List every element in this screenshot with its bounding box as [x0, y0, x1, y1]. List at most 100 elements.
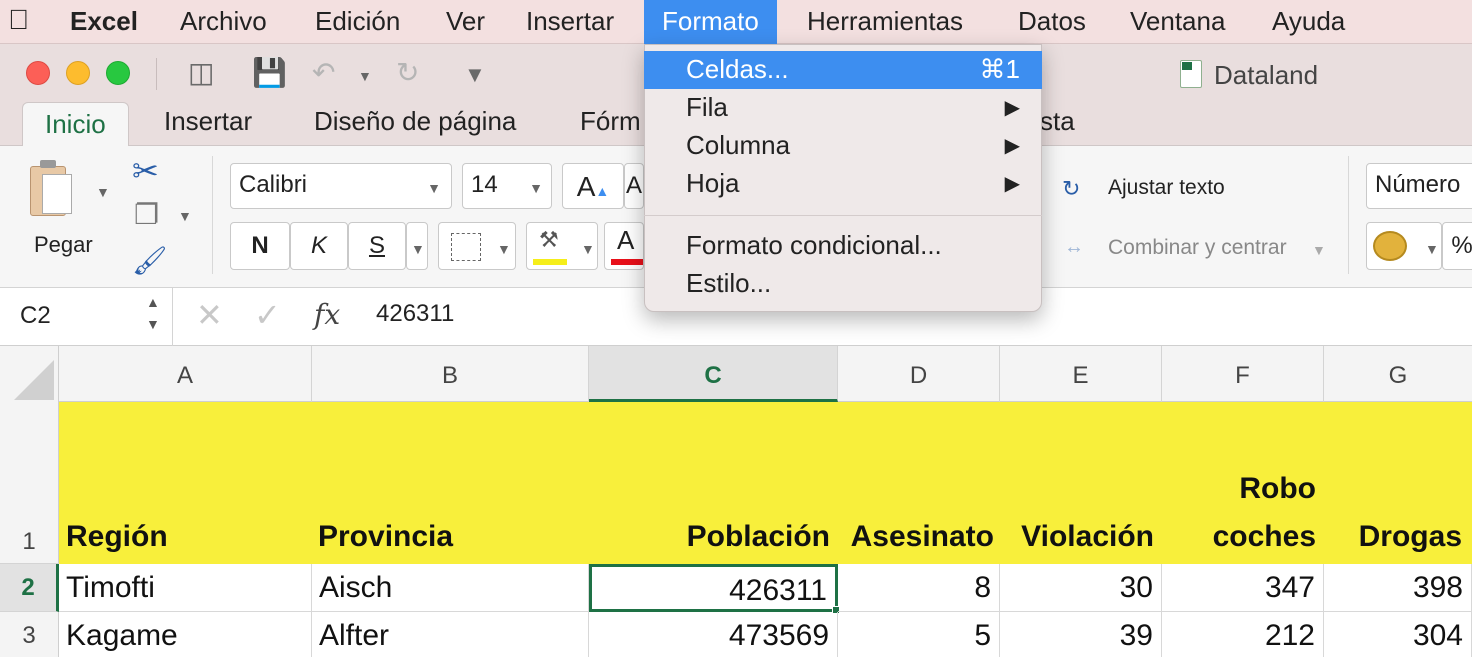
column-header-e[interactable]: E: [1000, 346, 1162, 402]
menu-item-formato-condicional[interactable]: Formato condicional...: [644, 227, 1042, 265]
format-painter-icon[interactable]: 🖌: [132, 244, 168, 277]
column-header-b[interactable]: B: [312, 346, 589, 402]
column-header-f[interactable]: F: [1162, 346, 1324, 402]
undo-icon[interactable]: ↶: [312, 56, 335, 89]
tab-diseno-de-pagina[interactable]: Diseño de página: [314, 106, 516, 137]
cell-d3[interactable]: 5: [838, 612, 1000, 657]
font-size-dropdown-icon[interactable]: ▼: [529, 180, 543, 196]
undo-dropdown-icon[interactable]: ▼: [358, 68, 372, 84]
cell-e3[interactable]: 39: [1000, 612, 1162, 657]
accounting-dropdown-icon: ▼: [1425, 241, 1439, 257]
italic-button[interactable]: K: [290, 222, 348, 270]
merge-center-button[interactable]: Combinar y centrar: [1108, 236, 1287, 260]
menu-formato[interactable]: Formato: [644, 0, 777, 44]
app-menu-excel[interactable]: Excel: [70, 6, 138, 37]
name-box-up-icon[interactable]: ▲: [146, 294, 160, 310]
customize-toolbar-icon[interactable]: ▼: [464, 62, 486, 88]
row-header-1[interactable]: 1: [0, 402, 59, 564]
borders-button[interactable]: ▼: [438, 222, 516, 270]
header-cell-poblacion[interactable]: Población: [594, 520, 830, 564]
header-cell-provincia[interactable]: Provincia: [318, 520, 578, 564]
menu-datos[interactable]: Datos: [1018, 6, 1086, 37]
row-header-2[interactable]: 2: [0, 564, 59, 612]
name-box[interactable]: C2: [20, 302, 51, 330]
header-cell-drogas[interactable]: Drogas: [1328, 520, 1462, 564]
cut-icon[interactable]: ✂: [132, 152, 159, 190]
grow-font-button[interactable]: A▲: [562, 163, 624, 209]
shrink-font-button[interactable]: A: [624, 163, 644, 209]
menu-herramientas[interactable]: Herramientas: [807, 6, 963, 37]
underline-button[interactable]: S: [348, 222, 406, 270]
cell-c2-selected[interactable]: 426311: [589, 564, 838, 612]
insert-function-button[interactable]: fx: [314, 298, 340, 331]
row-header-3[interactable]: 3: [0, 612, 59, 657]
cell-b2[interactable]: Aisch: [312, 564, 589, 612]
menu-item-estilo[interactable]: Estilo...: [644, 265, 1042, 303]
header-cell-robo-line2[interactable]: coches: [1166, 520, 1316, 564]
confirm-entry-icon[interactable]: ✓: [254, 296, 281, 334]
menu-item-fila-label: Fila: [686, 92, 728, 122]
menu-item-celdas[interactable]: Celdas... ⌘1: [644, 51, 1042, 89]
menu-item-columna[interactable]: Columna ▶: [644, 127, 1042, 165]
tab-insertar[interactable]: Insertar: [164, 106, 252, 137]
font-size-field[interactable]: 14 ▼: [462, 163, 552, 209]
column-header-c[interactable]: C: [589, 346, 838, 402]
column-header-a[interactable]: A: [59, 346, 312, 402]
save-icon[interactable]: 💾: [252, 56, 287, 89]
paste-button[interactable]: [30, 160, 76, 220]
tab-formulas[interactable]: Fórm: [580, 106, 641, 137]
copy-icon[interactable]: ❐: [134, 198, 159, 231]
menu-ver[interactable]: Ver: [446, 6, 485, 37]
cell-f3[interactable]: 212: [1162, 612, 1324, 657]
cell-a3[interactable]: Kagame: [59, 612, 312, 657]
redo-icon[interactable]: ↻: [396, 56, 419, 89]
font-color-button[interactable]: A: [604, 222, 644, 270]
percent-button[interactable]: %: [1442, 222, 1472, 270]
cell-g3[interactable]: 304: [1324, 612, 1472, 657]
bold-button[interactable]: N: [230, 222, 290, 270]
apple-icon[interactable]: : [8, 4, 29, 36]
menu-edicion[interactable]: Edición: [315, 6, 400, 37]
column-header-d[interactable]: D: [838, 346, 1000, 402]
column-header-g[interactable]: G: [1324, 346, 1472, 402]
cancel-entry-icon[interactable]: ✕: [196, 296, 223, 334]
cell-b3[interactable]: Alfter: [312, 612, 589, 657]
header-cell-robo-line1[interactable]: Robo: [1166, 472, 1316, 516]
select-all-button[interactable]: [0, 346, 59, 402]
menu-item-hoja[interactable]: Hoja ▶: [644, 165, 1042, 203]
wrap-text-icon[interactable]: ↻: [1062, 176, 1080, 202]
menu-archivo[interactable]: Archivo: [180, 6, 267, 37]
font-name-field[interactable]: Calibri ▼: [230, 163, 452, 209]
wrap-text-button[interactable]: Ajustar texto: [1108, 176, 1225, 200]
underline-dropdown[interactable]: ▼: [406, 222, 428, 270]
menu-ayuda[interactable]: Ayuda: [1272, 6, 1345, 37]
close-window-button[interactable]: [26, 61, 50, 85]
minimize-window-button[interactable]: [66, 61, 90, 85]
cell-f2[interactable]: 347: [1162, 564, 1324, 612]
sidebar-toggle-icon[interactable]: ◫: [188, 56, 214, 89]
cell-a2[interactable]: Timofti: [59, 564, 312, 612]
merge-center-icon[interactable]: ↔: [1064, 236, 1084, 259]
menu-ventana[interactable]: Ventana: [1130, 6, 1225, 37]
zoom-window-button[interactable]: [106, 61, 130, 85]
cell-g2[interactable]: 398: [1324, 564, 1472, 612]
cell-d2[interactable]: 8: [838, 564, 1000, 612]
header-cell-asesinato[interactable]: Asesinato: [840, 520, 994, 564]
accounting-format-button[interactable]: ▼: [1366, 222, 1442, 270]
copy-dropdown-icon[interactable]: ▼: [178, 208, 192, 224]
menu-item-fila[interactable]: Fila ▶: [644, 89, 1042, 127]
formula-input[interactable]: 426311: [376, 300, 454, 328]
merge-center-dropdown-icon[interactable]: ▼: [1312, 242, 1326, 258]
header-cell-violacion[interactable]: Violación: [1004, 520, 1154, 564]
cell-e2[interactable]: 30: [1000, 564, 1162, 612]
header-cell-region[interactable]: Región: [66, 520, 306, 564]
cell-c3[interactable]: 473569: [589, 612, 838, 657]
name-box-down-icon[interactable]: ▼: [146, 316, 160, 332]
paste-dropdown-icon[interactable]: ▼: [96, 184, 110, 200]
tab-vista[interactable]: sta: [1040, 106, 1075, 137]
fill-color-button[interactable]: ⚒ ▼: [526, 222, 598, 270]
menu-insertar[interactable]: Insertar: [526, 6, 614, 37]
number-format-field[interactable]: Número: [1366, 163, 1472, 209]
font-name-dropdown-icon[interactable]: ▼: [427, 180, 441, 196]
tab-inicio[interactable]: Inicio: [22, 102, 129, 148]
